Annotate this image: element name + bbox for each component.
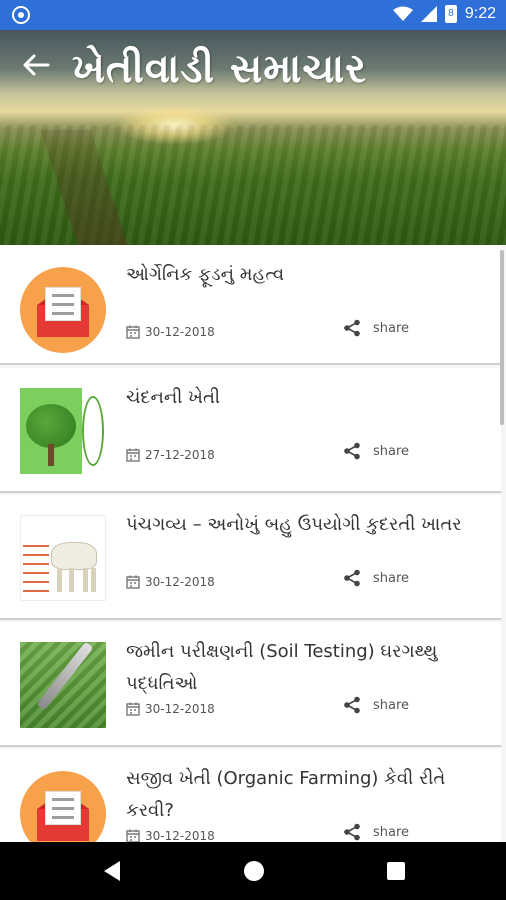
image-text-oval (82, 396, 104, 466)
status-bar: 8 9:22 (0, 0, 506, 30)
article-date: 30-12-2018 (126, 702, 215, 716)
date-text: 30-12-2018 (145, 702, 215, 716)
article-card[interactable]: ઓર્ગેનિક ફૂડનું મહત્વ 30-12-2018 share (0, 245, 501, 365)
share-button[interactable]: share (343, 319, 409, 337)
notification-icon (12, 6, 30, 24)
mail-icon (20, 771, 106, 842)
article-title[interactable]: ચંદનની ખેતી (126, 382, 496, 414)
nav-home-icon[interactable] (242, 859, 266, 883)
share-button[interactable]: share (343, 569, 409, 587)
page-title: ખેતીવાડી સમાચાર (72, 46, 367, 92)
article-title[interactable]: ઓર્ગેનિક ફૂડનું મહત્વ (126, 259, 496, 291)
article-date: 30-12-2018 (126, 829, 215, 842)
date-text: 30-12-2018 (145, 325, 215, 339)
battery-level: 8 (448, 8, 454, 19)
signal-icon (420, 6, 437, 22)
image-caption-band (20, 388, 82, 402)
date-text: 30-12-2018 (145, 829, 215, 842)
sandalwood-tree-image (20, 388, 106, 474)
article-date: 30-12-2018 (126, 325, 215, 339)
article-title[interactable]: સજીવ ખેતી (Organic Farming) કેવી રીતે કર… (126, 763, 496, 827)
nav-recents-icon[interactable] (384, 859, 408, 883)
share-icon (344, 319, 360, 337)
share-label[interactable]: share (373, 321, 409, 336)
share-label[interactable]: share (373, 825, 409, 840)
article-card[interactable]: સજીવ ખેતી (Organic Farming) કેવી રીતે કર… (0, 749, 501, 842)
article-card[interactable]: જમીન પરીક્ષણની (Soil Testing) ઘરગથ્થુ પદ… (0, 622, 501, 747)
share-icon (344, 696, 360, 714)
share-label[interactable]: share (373, 444, 409, 459)
nav-back-icon[interactable] (100, 859, 124, 883)
article-date: 27-12-2018 (126, 448, 215, 462)
share-button[interactable]: share (343, 696, 409, 714)
cow-leg (57, 568, 62, 592)
arrow-left-icon (23, 54, 50, 76)
navigation-bar (0, 842, 506, 900)
scrollbar[interactable] (500, 250, 504, 425)
cow-leg (83, 568, 88, 592)
cow-leg (69, 568, 74, 592)
calendar-icon (126, 325, 140, 339)
calendar-icon (126, 575, 140, 589)
calendar-icon (126, 702, 140, 716)
image-text-lines (23, 538, 49, 598)
wifi-icon (392, 6, 413, 21)
soil-probe (36, 642, 94, 711)
letter-shape (45, 791, 81, 825)
clock: 9:22 (464, 5, 496, 22)
cow-body (51, 542, 97, 570)
mail-icon (20, 267, 106, 353)
share-icon (344, 442, 360, 460)
tree-crown (26, 404, 76, 448)
article-card[interactable]: પંચગવ્ય – અનોખું બહુ ઉપયોગી કુદરતી ખાતર … (0, 495, 501, 620)
header-banner: ખેતીવાડી સમાચાર (0, 30, 506, 245)
back-button[interactable] (18, 50, 54, 80)
share-button[interactable]: share (343, 823, 409, 841)
date-text: 30-12-2018 (145, 575, 215, 589)
article-date: 30-12-2018 (126, 575, 215, 589)
article-list[interactable]: ઓર્ગેનિક ફૂડનું મહત્વ 30-12-2018 share ચ… (0, 245, 506, 842)
cow-image (20, 515, 106, 601)
calendar-icon (126, 448, 140, 462)
share-label[interactable]: share (373, 571, 409, 586)
soil-testing-image (20, 642, 106, 728)
article-title[interactable]: જમીન પરીક્ષણની (Soil Testing) ઘરગથ્થુ પદ… (126, 636, 496, 700)
share-icon (344, 823, 360, 841)
battery-icon: 8 (444, 5, 457, 23)
date-text: 27-12-2018 (145, 448, 215, 462)
article-title[interactable]: પંચગવ્ય – અનોખું બહુ ઉપયોગી કુદરતી ખાતર (126, 509, 496, 541)
article-card[interactable]: ચંદનની ખેતી 27-12-2018 share (0, 368, 501, 493)
share-label[interactable]: share (373, 698, 409, 713)
share-icon (344, 569, 360, 587)
share-button[interactable]: share (343, 442, 409, 460)
calendar-icon (126, 829, 140, 842)
tree-trunk (48, 444, 54, 466)
cow-leg (91, 568, 96, 592)
letter-shape (45, 287, 81, 321)
